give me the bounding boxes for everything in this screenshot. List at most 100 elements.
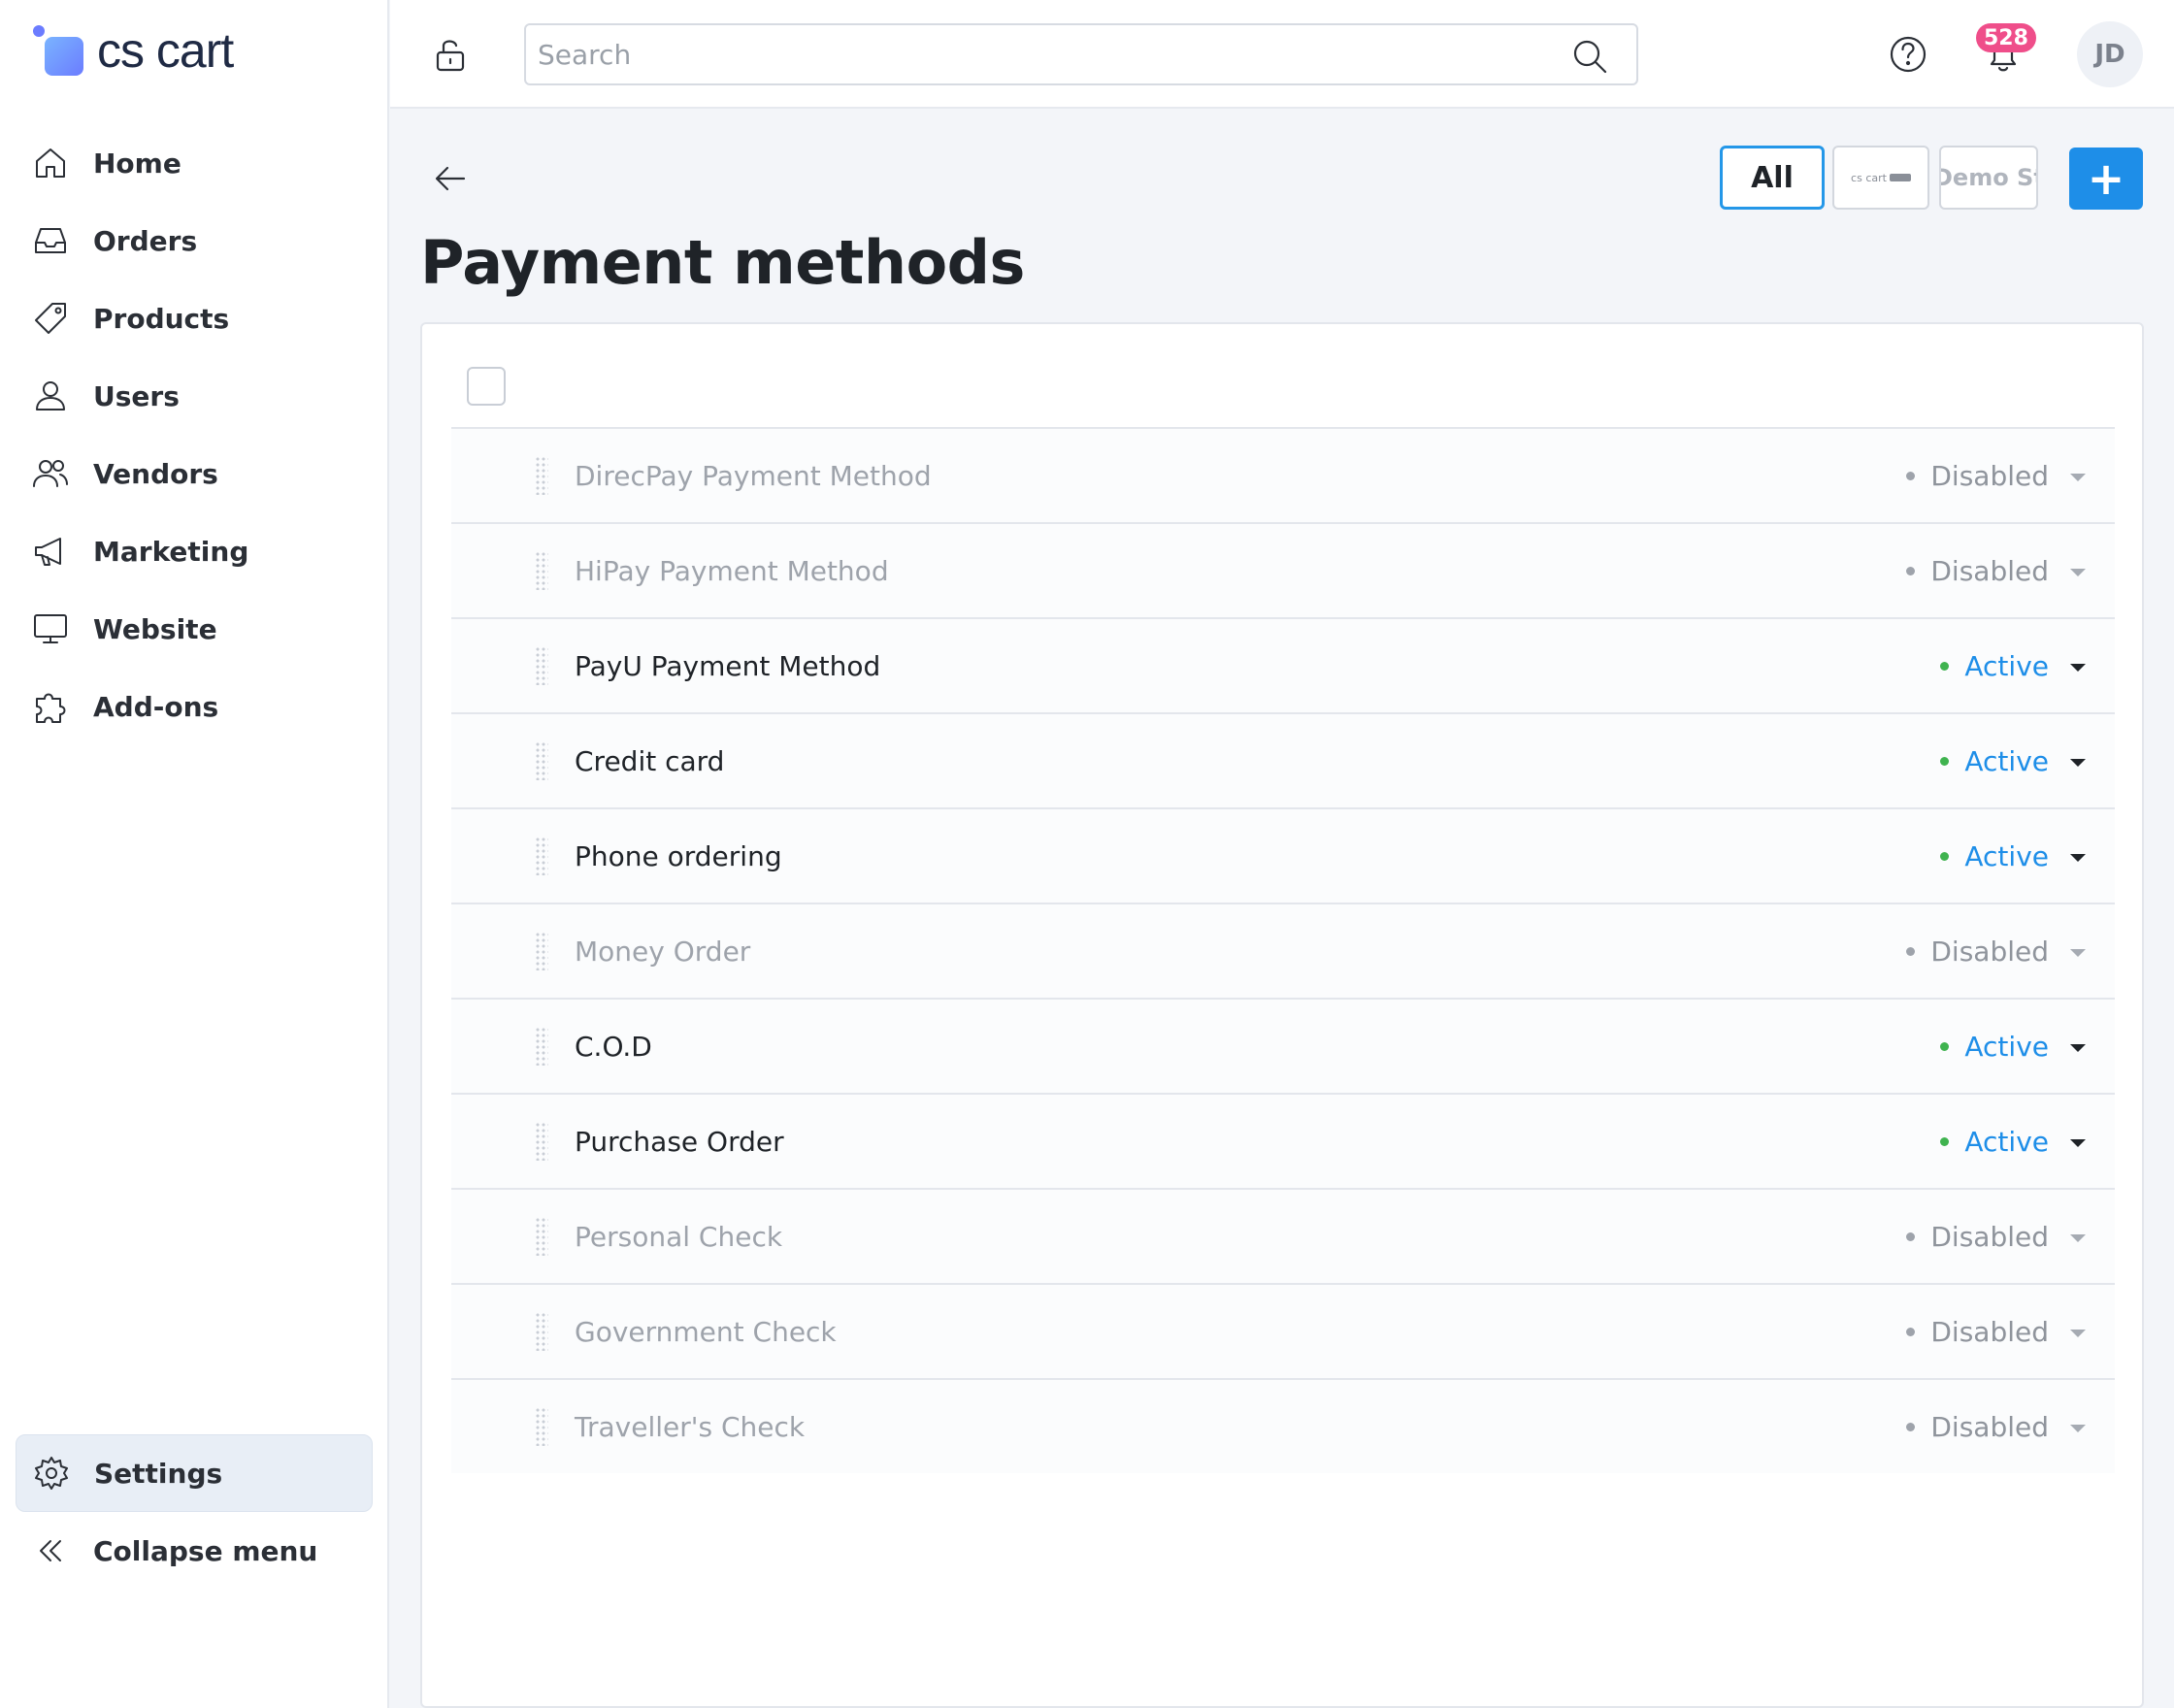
drag-handle-icon[interactable] — [535, 741, 548, 780]
search-input[interactable] — [526, 25, 1535, 83]
status-dot-icon — [1940, 1041, 1950, 1051]
table-row[interactable]: Money Order Disabled — [451, 903, 2115, 998]
caret-down-icon[interactable] — [2070, 474, 2086, 481]
payment-method-name[interactable]: Money Order — [575, 936, 750, 968]
sidebar-item-orders[interactable]: Orders — [16, 202, 373, 279]
status-dropdown[interactable]: Disabled — [1906, 460, 2049, 492]
status-dropdown[interactable]: Disabled — [1906, 1221, 2049, 1253]
table-row[interactable]: Phone ordering Active — [451, 807, 2115, 903]
payment-method-name[interactable]: DirecPay Payment Method — [575, 460, 932, 492]
megaphone-icon — [35, 538, 61, 566]
home-icon — [36, 148, 65, 178]
sidebar-item-label: Vendors — [93, 457, 218, 490]
drag-handle-icon[interactable] — [535, 1027, 548, 1066]
caret-down-icon[interactable] — [2070, 1234, 2086, 1242]
help-icon[interactable] — [1887, 33, 1929, 76]
sidebar-item-vendors[interactable]: Vendors — [16, 435, 373, 512]
caret-down-icon[interactable] — [2070, 1044, 2086, 1052]
topbar: 528 JD — [390, 0, 2174, 109]
search-box — [524, 23, 1638, 85]
select-all-checkbox[interactable] — [467, 367, 506, 406]
drag-handle-icon[interactable] — [535, 837, 548, 875]
sidebar-item-label: Users — [93, 379, 180, 412]
back-arrow-icon[interactable] — [431, 159, 470, 198]
caret-down-icon[interactable] — [2070, 569, 2086, 576]
status-dropdown[interactable]: Active — [1940, 650, 2049, 682]
drag-handle-icon[interactable] — [535, 646, 548, 685]
add-payment-method-button[interactable]: + — [2069, 148, 2143, 210]
table-row[interactable]: Government Check Disabled — [451, 1283, 2115, 1378]
sidebar-item-addons[interactable]: Add-ons — [16, 668, 373, 745]
drag-handle-icon[interactable] — [535, 1312, 548, 1351]
logo[interactable]: cs cart — [33, 21, 234, 80]
status-dropdown[interactable]: Active — [1940, 840, 2049, 872]
sidebar-item-marketing[interactable]: Marketing — [16, 512, 373, 590]
payment-method-name[interactable]: C.O.D — [575, 1031, 652, 1063]
table-row[interactable]: Traveller's Check Disabled — [451, 1378, 2115, 1473]
sidebar-item-label: Settings — [94, 1457, 223, 1490]
drag-handle-icon[interactable] — [535, 551, 548, 590]
caret-down-icon[interactable] — [2070, 1425, 2086, 1432]
monitor-icon — [34, 614, 67, 643]
drag-handle-icon[interactable] — [535, 1217, 548, 1256]
search-icon[interactable] — [1570, 37, 1609, 76]
caret-down-icon[interactable] — [2070, 949, 2086, 957]
caret-down-icon[interactable] — [2070, 1330, 2086, 1337]
sidebar-item-products[interactable]: Products — [16, 279, 373, 357]
caret-down-icon[interactable] — [2070, 1139, 2086, 1147]
sidebar-bottom: Settings Collapse menu — [16, 1434, 373, 1590]
cs-cart-logo-icon — [33, 25, 83, 76]
table-row[interactable]: Personal Check Disabled — [451, 1188, 2115, 1283]
sidebar-item-label: Orders — [93, 224, 198, 257]
drag-handle-icon[interactable] — [535, 1407, 548, 1446]
table-row[interactable]: Credit card Active — [451, 712, 2115, 807]
table-row[interactable]: C.O.D Active — [451, 998, 2115, 1093]
sidebar-item-settings[interactable]: Settings — [16, 1434, 373, 1512]
caret-down-icon[interactable] — [2070, 759, 2086, 767]
payment-method-name[interactable]: Government Check — [575, 1316, 837, 1348]
payment-method-name[interactable]: Phone ordering — [575, 840, 782, 872]
status-dot-icon — [1906, 566, 1916, 575]
status-dropdown[interactable]: Active — [1940, 1031, 2049, 1063]
avatar[interactable]: JD — [2077, 21, 2143, 87]
sidebar-item-website[interactable]: Website — [16, 590, 373, 668]
caret-down-icon[interactable] — [2070, 854, 2086, 862]
drag-handle-icon[interactable] — [535, 932, 548, 970]
payment-method-name[interactable]: Personal Check — [575, 1221, 782, 1253]
status-dropdown[interactable]: Disabled — [1906, 555, 2049, 587]
payment-method-name[interactable]: Credit card — [575, 745, 724, 777]
payment-method-name[interactable]: Purchase Order — [575, 1126, 784, 1158]
inbox-icon — [35, 228, 66, 253]
status-label: Disabled — [1930, 459, 2049, 492]
status-dropdown[interactable]: Active — [1940, 1126, 2049, 1158]
status-label: Active — [1964, 649, 2049, 682]
unlock-icon[interactable] — [431, 35, 470, 74]
sidebar-item-label: Marketing — [93, 535, 249, 568]
collapse-menu-button[interactable]: Collapse menu — [16, 1512, 373, 1590]
status-dot-icon — [1906, 1327, 1916, 1336]
table-row[interactable]: DirecPay Payment Method Disabled — [451, 427, 2115, 522]
caret-down-icon[interactable] — [2070, 664, 2086, 672]
page-title: Payment methods — [420, 227, 1025, 298]
status-dropdown[interactable]: Disabled — [1906, 936, 2049, 968]
status-label: Active — [1964, 1125, 2049, 1158]
status-dropdown[interactable]: Disabled — [1906, 1316, 2049, 1348]
drag-handle-icon[interactable] — [535, 1122, 548, 1161]
payment-method-name[interactable]: Traveller's Check — [575, 1411, 805, 1443]
payment-method-name[interactable]: HiPay Payment Method — [575, 555, 889, 587]
table-row[interactable]: Purchase Order Active — [451, 1093, 2115, 1188]
store-filter-all[interactable]: All — [1720, 146, 1825, 210]
status-dropdown[interactable]: Active — [1940, 745, 2049, 777]
table-row[interactable]: HiPay Payment Method Disabled — [451, 522, 2115, 617]
table-row[interactable]: PayU Payment Method Active — [451, 617, 2115, 712]
status-dropdown[interactable]: Disabled — [1906, 1411, 2049, 1443]
sidebar-item-users[interactable]: Users — [16, 357, 373, 435]
user-icon — [36, 381, 65, 411]
drag-handle-icon[interactable] — [535, 456, 548, 495]
store-filter-demo-store[interactable]: Demo Store — [1939, 146, 2038, 210]
payment-method-name[interactable]: PayU Payment Method — [575, 650, 880, 682]
status-dot-icon — [1940, 851, 1950, 861]
sidebar-item-home[interactable]: Home — [16, 124, 373, 202]
store-filter-cs-cart[interactable]: cs cart — [1832, 146, 1929, 210]
sidebar-nav: Home Orders Products Users Vendors Marke… — [16, 124, 373, 745]
